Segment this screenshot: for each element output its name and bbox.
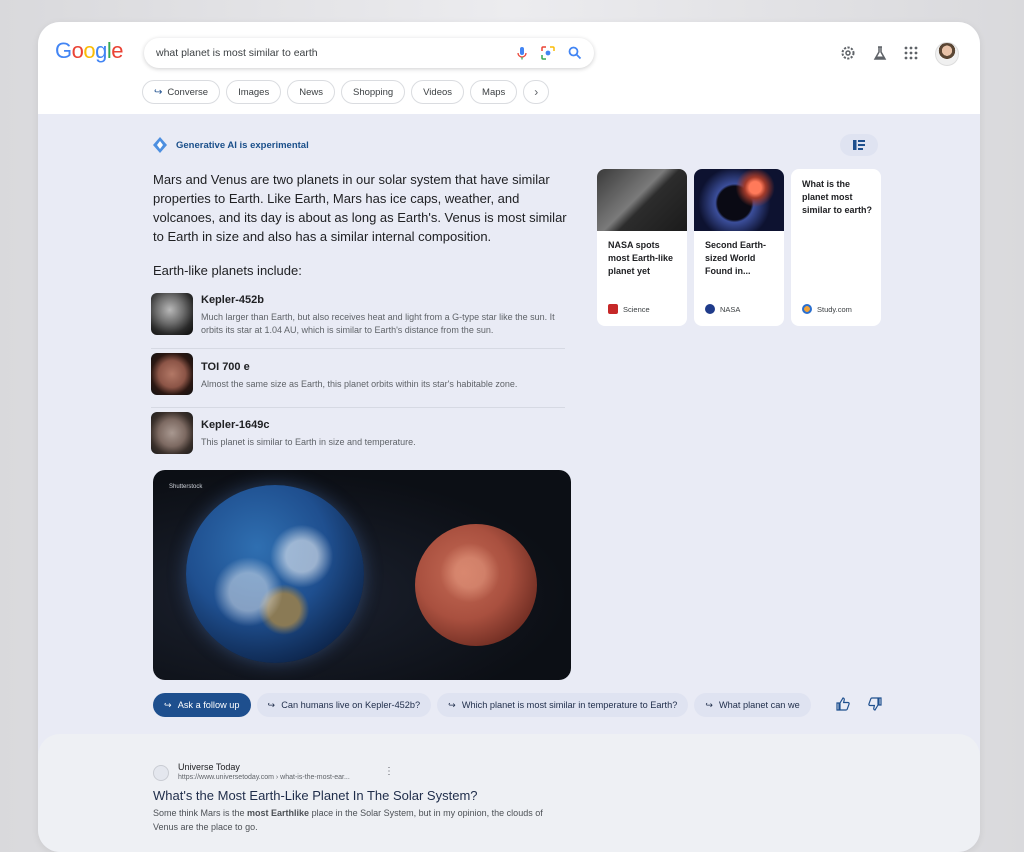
list-item-kepler-452b[interactable]: Kepler-452b Much larger than Earth, but … [151,293,571,339]
followup-suggestion[interactable]: ↪ Can humans live on Kepler-452b? [256,693,432,717]
universe-today-favicon [153,765,169,781]
account-avatar[interactable] [935,42,959,66]
planet-name: TOI 700 e [201,361,250,373]
card-title: Second Earth-sized World Found in... [705,240,767,276]
chip-news[interactable]: News [287,80,335,104]
science-logo-icon [608,304,618,314]
card-source: Study.com [802,304,852,314]
logo-letter: o [83,38,96,63]
search-input[interactable]: what planet is most similar to earth [156,47,318,59]
followup-suggestion[interactable]: ↪ What planet can we [694,693,811,717]
earth-planet-image [186,485,364,663]
ask-followup-button[interactable]: ↪ Ask a follow up [153,693,251,717]
more-options-icon[interactable]: ⋮ [384,766,394,777]
result-url[interactable]: https://www.universetoday.com › what-is-… [178,774,350,781]
exoplanet-image [694,169,784,231]
source-card-nasa[interactable]: Second Earth-sized World Found in... NAS… [694,169,784,326]
kepler-452b-thumbnail [151,293,193,335]
source-card-science[interactable]: NASA spots most Earth-like planet yet Sc… [597,169,687,326]
planet-name: Kepler-452b [201,294,264,306]
planet-description: This planet is similar to Earth in size … [201,437,416,447]
apps-grid-icon[interactable] [902,44,920,62]
follow-arrow-icon: ↪ [267,699,276,710]
mars-planet-image [415,524,537,646]
logo-letter: G [55,38,72,63]
chip-maps[interactable]: Maps [470,80,518,104]
thumbs-up-icon[interactable] [836,697,850,711]
source-card-study[interactable]: What is the planet most similar to earth… [791,169,881,326]
microphone-icon[interactable] [514,45,530,61]
earth-like-subheading: Earth-like planets include: [153,263,302,278]
earth-mars-image[interactable]: Shutterstock [153,470,571,680]
chip-scroll-right[interactable]: › [523,80,550,104]
feedback-buttons [836,697,882,711]
study-logo-icon [802,304,812,314]
google-logo[interactable]: Google [55,38,124,64]
divider [151,348,565,349]
ai-summary-text: Mars and Venus are two planets in our so… [153,172,567,244]
logo-letter: e [111,38,124,63]
follow-arrow-icon: ↪ [164,699,172,710]
toi-700-e-thumbnail [151,353,193,395]
search-icon[interactable] [567,45,583,61]
list-item-kepler-1649c[interactable]: Kepler-1649c This planet is similar to E… [151,412,571,456]
header: Google what planet is most similar to ea… [38,22,980,114]
chevron-right-icon: › [534,85,539,99]
card-title: NASA spots most Earth-like planet yet [608,240,674,276]
follow-arrow-icon: ↪ [448,699,456,710]
card-source: NASA [705,304,740,314]
search-filter-chips: ↪ Converse Images News Shopping Videos M… [142,80,550,106]
planet-description: Much larger than Earth, but also receive… [201,312,555,335]
divider [151,407,565,408]
nasa-logo-icon [705,304,715,314]
planet-description: Almost the same size as Earth, this plan… [201,379,518,389]
layout-icon [853,140,865,150]
chip-converse[interactable]: ↪ Converse [142,80,221,104]
followup-suggestion[interactable]: ↪ Which planet is most similar in temper… [437,693,689,717]
logo-letter: g [95,38,107,63]
search-box[interactable]: what planet is most similar to earth [144,38,594,68]
layout-toggle-button[interactable] [840,134,878,156]
planet-name: Kepler-1649c [201,419,270,431]
image-credit: Shutterstock [169,484,203,490]
thumbs-down-icon[interactable] [868,697,882,711]
logo-letter: o [71,38,84,63]
browser-window: Google what planet is most similar to ea… [38,22,980,852]
labs-flask-icon[interactable] [871,44,889,62]
list-item-toi-700-e[interactable]: TOI 700 e Almost the same size as Earth,… [151,353,571,397]
ai-experimental-label: Generative AI is experimental [176,139,309,151]
lens-icon[interactable] [540,45,556,61]
card-title: What is the planet most similar to earth… [802,179,873,215]
follow-arrow-icon: ↪ [154,86,163,98]
generative-ai-icon [153,137,167,153]
result-snippet: Some think Mars is the most Earthlike pl… [153,808,543,832]
milky-way-image [597,169,687,231]
result-site-name[interactable]: Universe Today [178,762,240,772]
ai-experimental-header: Generative AI is experimental [151,136,309,154]
card-source: Science [608,304,650,314]
chip-images[interactable]: Images [226,80,282,104]
chip-videos[interactable]: Videos [411,80,465,104]
kepler-1649c-thumbnail [151,412,193,454]
result-title-link[interactable]: What's the Most Earth-Like Planet In The… [153,788,478,803]
followup-bar: ↪ Ask a follow up ↪ Can humans live on K… [153,693,818,719]
settings-gear-icon[interactable] [839,44,857,62]
chip-shopping[interactable]: Shopping [340,80,406,104]
follow-arrow-icon: ↪ [705,699,714,710]
